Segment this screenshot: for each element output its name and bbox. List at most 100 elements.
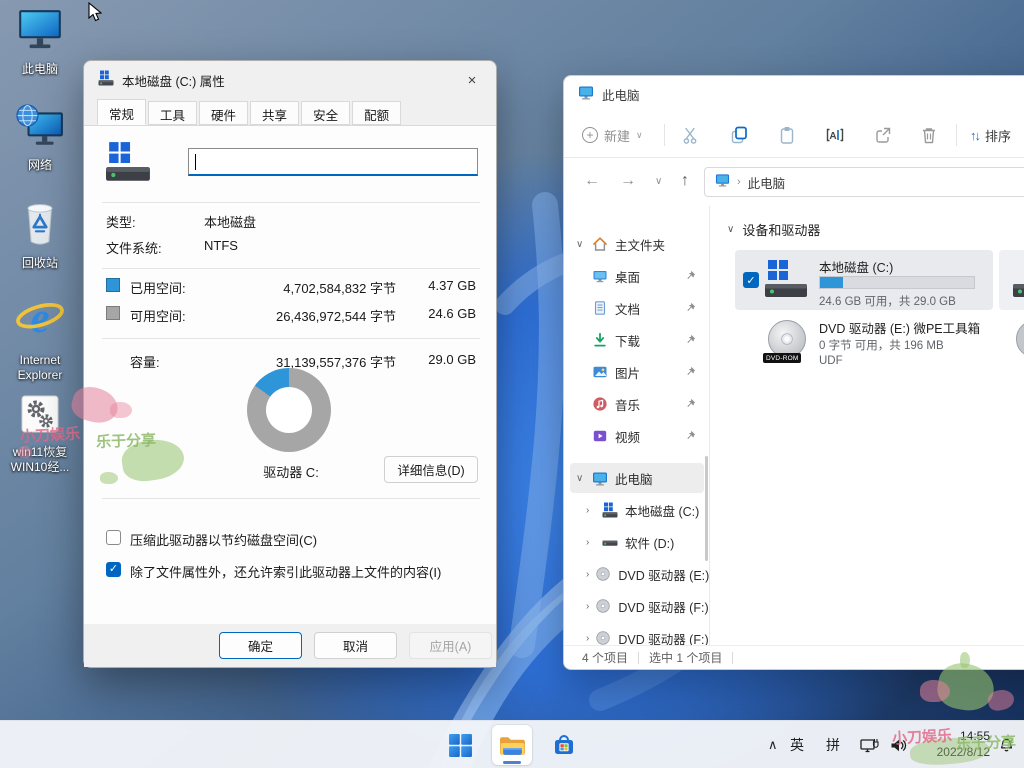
explorer-navbar: ← → ∨ ↑ › 此电脑 [564,158,1024,206]
drive-c-item[interactable]: ✓ 本地磁盘 (C:) 24.6 GB 可用，共 29.0 GB [735,250,993,310]
up-icon[interactable]: ↑ [681,172,689,190]
sort-button[interactable]: ↑↓ 排序 [970,112,1011,158]
dvd-small-icon [595,598,611,614]
dialog-tab-general[interactable]: 常规 [97,99,146,125]
share-button[interactable] [871,123,895,147]
dialog-tab-quota[interactable]: 配额 [352,101,401,125]
address-bar[interactable]: › 此电脑 [704,167,1024,197]
pin-icon[interactable] [685,302,696,316]
breadcrumb[interactable]: 此电脑 [748,173,786,192]
desktop-icon-win11-restore[interactable]: win11恢复WIN10经... [2,393,78,475]
dvd-filesystem: UDF [819,355,843,367]
explorer-titlebar[interactable]: 此电脑 [564,76,1024,112]
taskbar-file-explorer[interactable] [492,725,532,765]
sidebar-item-documents[interactable]: 文档 [570,293,704,323]
copy-button[interactable] [727,123,751,147]
pin-icon[interactable] [685,270,696,284]
chevron-down-icon[interactable]: ∨ [576,239,586,250]
section-devices-and-drives[interactable]: ∨ 设备和驱动器 [727,220,820,239]
details-button[interactable]: 详细信息(D) [384,456,478,483]
dialog-tab-sharing[interactable]: 共享 [250,101,299,125]
ime-pinyin-indicator[interactable]: 拼 [826,721,840,768]
compress-checkbox[interactable] [106,530,121,545]
chevron-right-icon[interactable]: › [586,569,589,580]
dialog-tab-tools[interactable]: 工具 [148,101,197,125]
this-pc-small-icon [592,470,608,486]
toolbar-separator [956,124,957,146]
explorer-statusbar: 4 个项目 选中 1 个项目 [564,645,1024,669]
sidebar-item-dvd-f[interactable]: › DVD 驱动器 (F:) [570,591,704,621]
drive-icon [1013,258,1024,307]
dvd-e-item[interactable]: DVD-ROM DVD 驱动器 (E:) 微PE工具箱 0 字节 可用，共 19… [735,314,993,378]
delete-button[interactable] [917,123,941,147]
sidebar-item-downloads[interactable]: 下载 [570,325,704,355]
used-bytes: 4,702,584,832 字节 [283,278,396,297]
pin-icon[interactable] [685,430,696,444]
taskbar-microsoft-store[interactable] [544,725,584,765]
breadcrumb-chevron-icon: › [737,176,741,188]
tray-date: 2022/8/12 [937,745,990,759]
close-icon[interactable]: × [462,70,482,90]
rename-button[interactable]: A [823,123,847,147]
sidebar-item-drive-d[interactable]: › 软件 (D:) [570,527,704,557]
volume-label-input[interactable] [188,148,478,176]
history-chevron-icon[interactable]: ∨ [655,176,662,187]
sidebar-scrollbar[interactable] [705,456,708,561]
tray-chevron-icon[interactable]: ∧ [768,721,778,768]
cancel-button[interactable]: 取消 [314,632,397,659]
notification-bell-icon[interactable]: z [998,721,1015,768]
chevron-right-icon[interactable]: › [586,633,589,644]
volume-icon[interactable] [890,721,907,768]
ok-button[interactable]: 确定 [219,632,302,659]
sidebar-item-videos[interactable]: 视频 [570,421,704,451]
properties-dialog: 本地磁盘 (C:) 属性 × 常规 工具 硬件 共享 安全 配额 类型: 本地磁… [83,60,497,668]
sidebar-item-pictures[interactable]: 图片 [570,357,704,387]
apply-button[interactable]: 应用(A) [409,632,492,659]
paste-button[interactable] [775,123,799,147]
free-size: 24.6 GB [428,306,476,321]
chevron-right-icon[interactable]: › [586,537,596,548]
svg-text:e: e [30,294,49,342]
desktop-icon-internet-explorer[interactable]: e Internet Explorer [2,293,78,383]
dialog-tab-hardware[interactable]: 硬件 [199,101,248,125]
sidebar-item-dvd-g[interactable]: › DVD 驱动器 (F:) [570,623,704,645]
dialog-tab-security[interactable]: 安全 [301,101,350,125]
dvd-f-item-partial[interactable] [1013,318,1024,367]
filesystem-label: 文件系统: [106,238,162,257]
chevron-down-icon[interactable]: ∨ [727,224,734,235]
svg-text:z: z [1010,738,1013,744]
drive-d-item-partial[interactable] [999,250,1024,310]
sidebar-item-dvd-e[interactable]: › DVD 驱动器 (E:) [570,559,704,589]
music-icon [592,396,608,412]
pin-icon[interactable] [685,398,696,412]
taskbar-clock[interactable]: 14:55 2022/8/12 [918,721,990,768]
capacity-donut [247,368,331,452]
index-checkbox[interactable]: ✓ [106,562,121,577]
desktop-icon-this-pc[interactable]: 此电脑 [2,8,78,77]
start-button[interactable] [440,725,480,765]
network-icon[interactable] [860,721,879,768]
sidebar-item-desktop[interactable]: 桌面 [570,261,704,291]
share-icon [873,125,893,145]
cut-button[interactable] [679,123,703,147]
dvd-small-icon [595,566,611,582]
item-checkbox[interactable]: ✓ [743,272,759,288]
drive-c-icon [765,258,809,307]
desktop-icon-network[interactable]: 网络 [2,104,78,173]
sidebar-item-drive-c[interactable]: › 本地磁盘 (C:) [570,495,704,525]
back-icon[interactable]: ← [584,172,600,190]
dialog-titlebar[interactable]: 本地磁盘 (C:) 属性 × [84,61,496,99]
sidebar-item-music[interactable]: 音乐 [570,389,704,419]
chevron-down-icon[interactable]: ∨ [576,473,586,484]
ime-english-indicator[interactable]: 英 [790,721,804,768]
chevron-right-icon[interactable]: › [586,505,596,516]
chevron-right-icon[interactable]: › [586,601,589,612]
desktop-folder-icon [592,268,608,284]
sidebar-item-this-pc[interactable]: ∨ 此电脑 [570,463,704,493]
forward-icon[interactable]: → [620,172,636,190]
pin-icon[interactable] [685,334,696,348]
sidebar-item-home[interactable]: ∨ 主文件夹 [570,229,704,259]
pin-icon[interactable] [685,366,696,380]
new-button[interactable]: + 新建 ∨ [582,112,643,158]
desktop-icon-recycle-bin[interactable]: 回收站 [2,200,78,271]
